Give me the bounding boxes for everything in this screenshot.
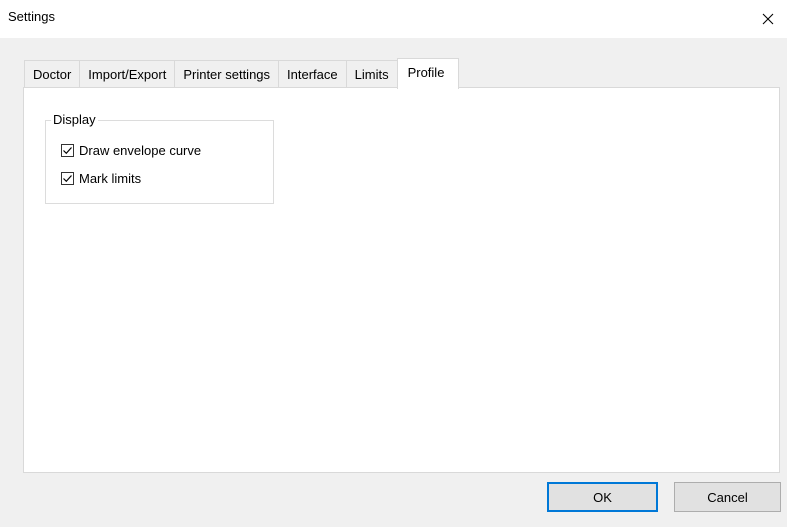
draw-envelope-curve-option[interactable]: Draw envelope curve — [61, 143, 201, 158]
settings-dialog: Settings Doctor Import/Export Printer se… — [0, 0, 787, 527]
close-button[interactable] — [749, 0, 787, 38]
tab-profile[interactable]: Profile — [396, 58, 460, 89]
ok-button[interactable]: OK — [547, 482, 658, 512]
profile-tab-panel: Display Draw envelope curve Mark limits — [23, 87, 780, 473]
checkmark-icon — [63, 147, 72, 155]
display-group-label: Display — [51, 112, 98, 128]
close-icon — [762, 13, 774, 25]
mark-limits-label: Mark limits — [79, 171, 142, 186]
draw-envelope-curve-checkbox[interactable] — [61, 144, 74, 157]
display-groupbox: Display Draw envelope curve Mark limits — [45, 112, 274, 204]
tab-printer-settings[interactable]: Printer settings — [174, 60, 280, 88]
tab-interface[interactable]: Interface — [278, 60, 347, 88]
mark-limits-option[interactable]: Mark limits — [61, 171, 141, 186]
cancel-button[interactable]: Cancel — [674, 482, 781, 512]
tab-strip: Doctor Import/Export Printer settings In… — [24, 58, 460, 89]
tab-doctor[interactable]: Doctor — [24, 60, 81, 88]
draw-envelope-curve-label: Draw envelope curve — [79, 143, 202, 158]
tab-import-export[interactable]: Import/Export — [79, 60, 176, 88]
tab-limits[interactable]: Limits — [345, 60, 398, 88]
checkmark-icon — [63, 175, 72, 183]
window-title: Settings — [8, 9, 55, 24]
title-bar: Settings — [0, 0, 787, 38]
mark-limits-checkbox[interactable] — [61, 172, 74, 185]
